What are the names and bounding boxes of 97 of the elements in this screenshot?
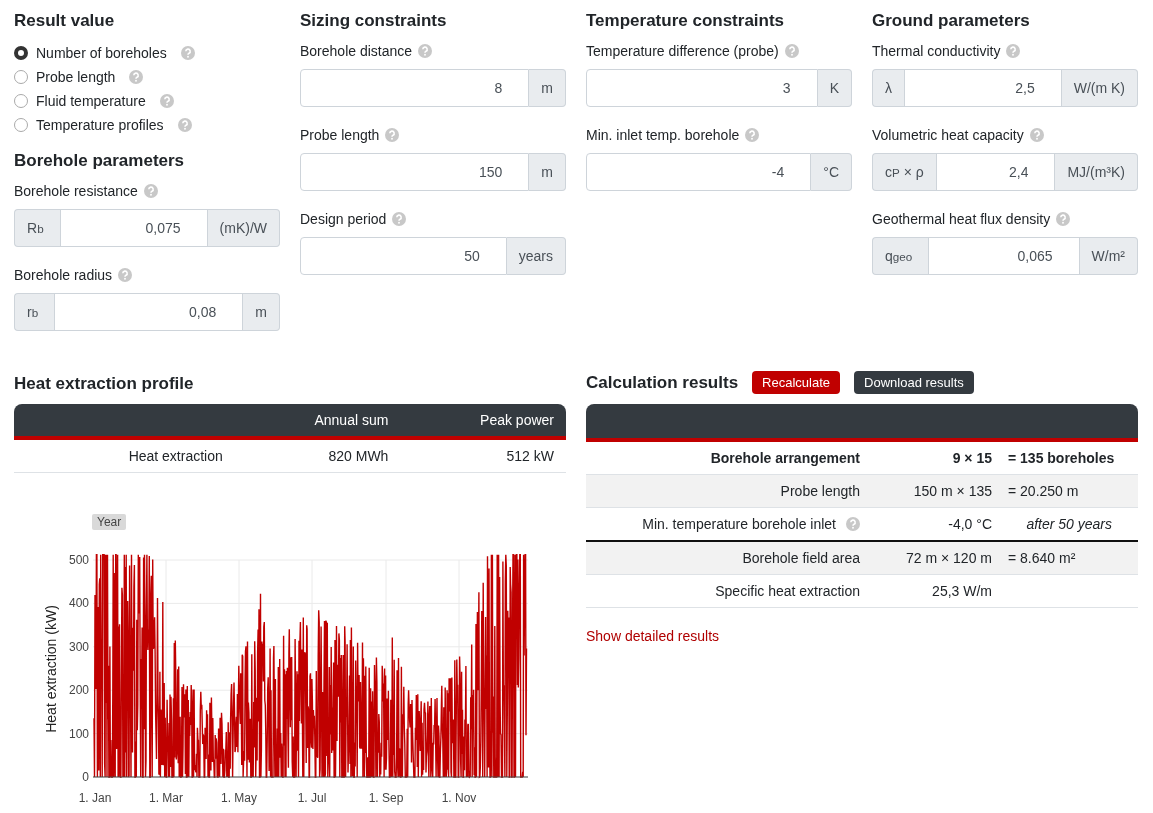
field-label: Volumetric heat capacity (872, 127, 1024, 143)
unit-addon: °C (811, 153, 852, 191)
column-header: Annual sum (234, 404, 401, 438)
symbol-addon: λ (872, 69, 904, 107)
table-cell: Min. temperature borehole inlet (642, 516, 836, 532)
help-icon[interactable] (143, 184, 158, 198)
field-label: Borehole distance (300, 43, 413, 59)
table-cell: after 50 years (1026, 516, 1112, 532)
detail-link[interactable]: Show detailed results (586, 628, 1138, 644)
table-cell: 25,3 W/m (932, 583, 992, 599)
section-heading: Heat extraction profile (14, 374, 195, 394)
field-label: Design period (300, 211, 387, 227)
number-input[interactable]: 150 (300, 153, 530, 191)
number-input[interactable]: 50 (300, 237, 507, 275)
unit-addon: m (529, 69, 566, 107)
number-input[interactable]: 0,075 (59, 209, 208, 247)
y-tick-label: 400 (68, 596, 89, 611)
section-heading: Ground parameters (872, 11, 1031, 31)
help-icon[interactable] (1029, 128, 1044, 142)
field-label: Temperature difference (probe) (586, 43, 779, 59)
radio-label[interactable]: Number of boreholes (36, 45, 167, 61)
unit-addon: W/(m K) (1061, 69, 1138, 107)
x-tick-label: 1. Jul (297, 791, 327, 805)
number-input[interactable]: 2,5 (904, 69, 1062, 107)
radio-label[interactable]: Probe length (36, 69, 116, 85)
column-header: Peak power (400, 404, 566, 438)
field-label: Geothermal heat flux density (872, 211, 1051, 227)
number-input[interactable]: 3 (586, 69, 818, 107)
help-icon[interactable] (177, 118, 192, 132)
section-heading: Sizing constraints (300, 11, 448, 31)
radio-button[interactable] (14, 70, 28, 84)
table-cell: 150 m × 135 (913, 483, 992, 499)
help-icon[interactable] (129, 70, 144, 84)
x-tick-label: 1. Sep (368, 791, 404, 805)
section-heading: Result value (14, 11, 116, 31)
y-tick-label: 500 (68, 553, 89, 567)
radio-button[interactable] (14, 118, 28, 132)
help-icon[interactable] (846, 517, 860, 531)
table-cell: Specific heat extraction (715, 583, 860, 599)
help-icon[interactable] (392, 212, 407, 226)
download-button[interactable]: Download results (854, 371, 974, 394)
recalculate-button[interactable]: Recalculate (752, 371, 841, 394)
help-icon[interactable] (180, 46, 195, 60)
number-input[interactable]: 2,4 (935, 153, 1056, 191)
table-cell: Borehole arrangement (710, 450, 860, 466)
help-icon[interactable] (385, 128, 400, 142)
unit-addon: W/m² (1079, 237, 1138, 275)
table-cell: Borehole field area (742, 550, 860, 566)
field-label: Borehole resistance (14, 183, 138, 199)
x-tick-label: 1. May (221, 791, 257, 805)
number-input[interactable]: 0,08 (54, 293, 244, 331)
number-input[interactable]: 8 (300, 69, 530, 107)
x-tick-label: 1. Mar (149, 791, 183, 805)
unit-addon: years (506, 237, 566, 275)
field-label: Thermal conductivity (872, 43, 1001, 59)
unit-addon: m (243, 293, 280, 331)
table-cell: = 20.250 m (1008, 483, 1079, 499)
field-label: Min. inlet temp. borehole (586, 127, 740, 143)
help-icon[interactable] (784, 44, 799, 58)
unit-addon: MJ/(m³K) (1055, 153, 1138, 191)
radio-button[interactable] (14, 46, 28, 60)
help-icon[interactable] (159, 94, 174, 108)
help-icon[interactable] (418, 44, 433, 58)
field-label: Borehole radius (14, 267, 113, 283)
section-heading: Temperature constraints (586, 11, 786, 31)
radio-label[interactable]: Fluid temperature (36, 93, 146, 109)
y-axis-title: Heat extraction (kW) (43, 605, 59, 733)
x-tick-label: 1. Jan (78, 791, 112, 805)
radio-label[interactable]: Temperature profiles (36, 117, 164, 133)
table-cell: 9 × 15 (952, 450, 992, 466)
number-input[interactable]: 0,065 (928, 237, 1080, 275)
y-tick-label: 0 (82, 770, 89, 784)
y-tick-label: 300 (68, 639, 89, 654)
table-cell: 72 m × 120 m (906, 550, 992, 566)
table-cell: = 135 boreholes (1008, 450, 1115, 466)
help-icon[interactable] (1006, 44, 1021, 58)
y-tick-label: 200 (68, 683, 89, 698)
unit-addon: (mK)/W (207, 209, 280, 247)
x-tick-label: 1. Nov (441, 791, 477, 805)
table-cell: 820 MWh (234, 438, 401, 473)
number-input[interactable]: -4 (586, 153, 812, 191)
unit-addon: m (529, 153, 566, 191)
radio-button[interactable] (14, 94, 28, 108)
help-icon[interactable] (745, 128, 760, 142)
unit-addon: K (817, 69, 852, 107)
section-heading: Borehole parameters (14, 151, 186, 171)
table-cell: Probe length (780, 483, 860, 499)
section-heading: Calculation results (586, 372, 739, 393)
table-cell: -4,0 °C (948, 516, 992, 532)
help-icon[interactable] (1056, 212, 1071, 226)
field-label: Probe length (300, 127, 380, 143)
range-button[interactable]: Year (92, 514, 127, 530)
table-cell: Heat extraction (14, 438, 235, 473)
table-cell: 512 kW (400, 438, 566, 473)
table-cell: = 8.640 m² (1008, 550, 1076, 566)
help-icon[interactable] (118, 268, 133, 282)
y-tick-label: 100 (68, 726, 89, 741)
